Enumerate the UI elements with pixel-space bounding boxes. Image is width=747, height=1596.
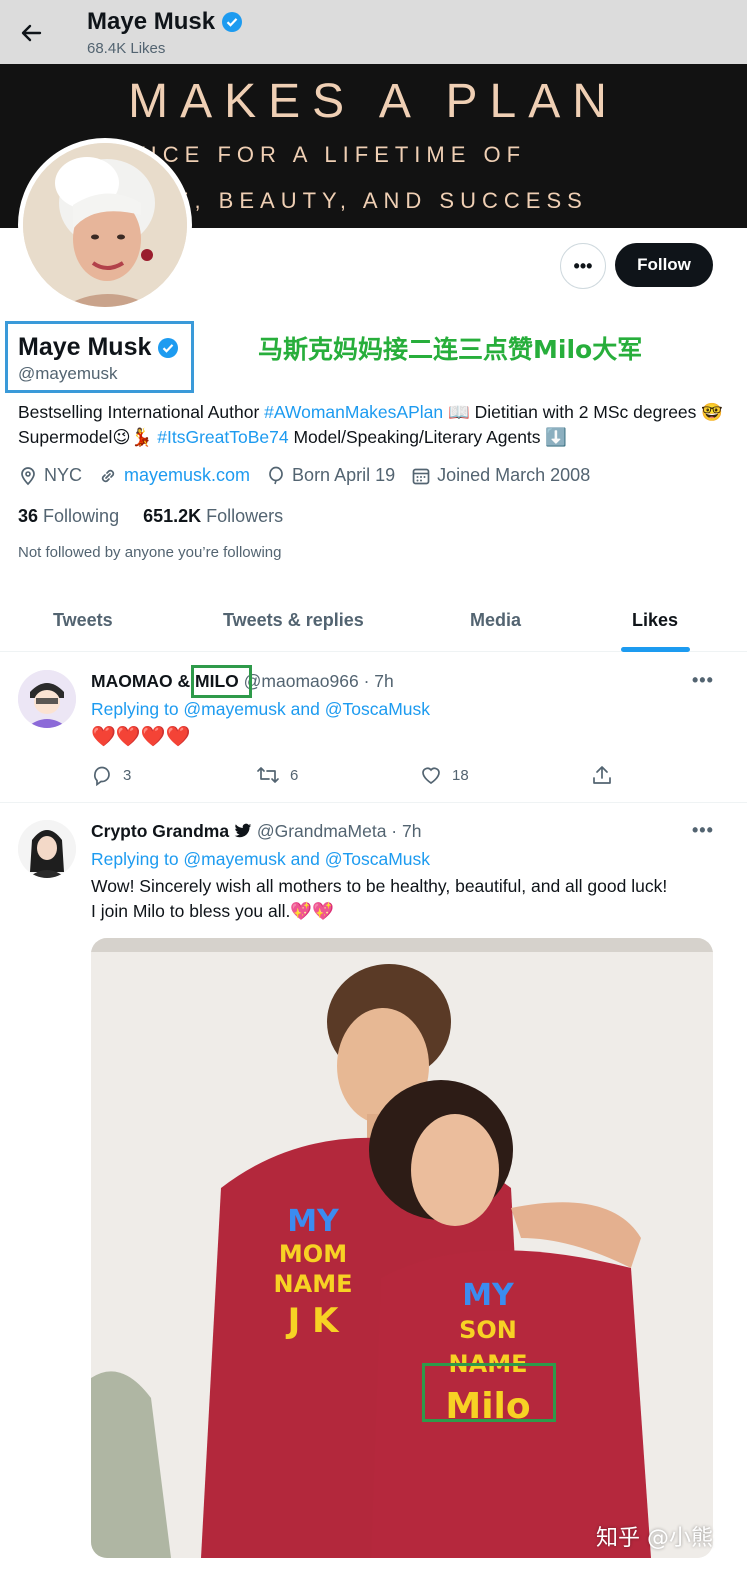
tweet-author-name[interactable]: Crypto Grandma [91,821,229,841]
retweet-action[interactable]: 6 [256,764,298,786]
tab-tweets[interactable]: Tweets [53,610,113,631]
heart-icon [422,767,440,785]
reply-count: 3 [123,766,132,784]
replying-to-link[interactable]: @mayemusk and @ToscaMusk [183,849,430,869]
balloon-icon [269,466,283,484]
banner-line-3: URE, BEAUTY, AND SUCCESS [130,188,588,213]
profile-meta: NYC mayemusk.com Born April 19 Joined Ma… [18,465,606,486]
watermark: 知乎 @小熊 [596,1526,713,1551]
replying-to: Replying to @mayemusk and @ToscaMusk [91,849,430,870]
joined-text: Joined March 2008 [437,465,591,485]
profile-name-text: Maye Musk [18,333,152,361]
hashtag-awomanmakesaplan[interactable]: #AWomanMakesAPlan [264,402,443,422]
header-name-text: Maye Musk [87,8,216,35]
share-icon [593,766,611,784]
tab-media[interactable]: Media [470,610,521,631]
following-count: 36 [18,506,39,526]
profile-tabs: Tweets Tweets & replies Media Likes [0,590,747,652]
follow-button[interactable]: Follow [615,243,713,287]
tweet-more-icon[interactable]: ••• [692,670,714,691]
left-shirt-my: MY [287,1204,339,1239]
twitter-bird-icon [234,823,252,838]
retweet-count: 6 [290,766,299,784]
header-name: Maye Musk [87,8,243,36]
website-item[interactable]: mayemusk.com [98,465,250,486]
like-count: 18 [452,766,469,784]
following-label: Following [43,506,120,526]
replying-prefix: Replying to [91,849,184,869]
likes-count: 68.4K Likes [87,40,166,57]
back-arrow-icon[interactable] [14,16,48,50]
follow-counts: 36 Following 651.2K Followers [18,506,283,527]
location-item: NYC [18,465,82,486]
birthday-text: Born April 19 [292,465,396,485]
profile-bio: Bestselling International Author #AWoman… [18,400,730,450]
tweet-text-line-2: I join Milo to bless you all.💖💖 [91,901,334,921]
tweet-avatar[interactable] [18,820,76,878]
tweet-avatar[interactable] [18,670,76,728]
calendar-icon [412,468,430,484]
more-options-button[interactable]: ••• [560,243,606,289]
reply-action[interactable]: 3 [91,764,131,786]
followers-count: 651.2K [143,506,202,526]
top-bar: Maye Musk 68.4K Likes [0,0,747,64]
tweet-handle-time[interactable]: @GrandmaMeta · 7h [257,821,422,841]
retweet-icon [257,767,279,783]
right-shirt-my: MY [462,1278,514,1313]
website-link[interactable]: mayemusk.com [124,465,250,486]
tab-likes[interactable]: Likes [632,610,678,631]
tab-tweets-replies[interactable]: Tweets & replies [223,610,364,631]
tweet-more-icon[interactable]: ••• [692,820,714,841]
profile-avatar[interactable] [18,138,192,312]
active-tab-indicator [621,647,690,652]
following-link[interactable]: 36 Following [18,506,119,527]
replying-to: Replying to @mayemusk and @ToscaMusk [91,699,430,720]
left-shirt-mom-name: MOM NAME [273,1240,353,1298]
bio-text-1: Bestselling International Author [18,402,265,422]
banner-line-2: VICE FOR A LIFETIME OF [130,142,527,167]
like-action[interactable]: 18 [420,764,469,786]
banner-line-1: MAKES A PLAN [128,75,619,128]
tweet-photo[interactable]: MY MOM NAME J K MY SON NAME Milo [91,938,713,1558]
profile-handle: @mayemusk [18,364,118,383]
birthday-item: Born April 19 [266,465,395,486]
profile-name: Maye Musk [18,333,179,362]
hashtag-itsgreattobe74[interactable]: #ItsGreatToBe74 [157,427,288,447]
left-shirt-print: MY MOM NAME J K [253,1204,373,1343]
verified-badge-icon [222,12,243,32]
verified-badge-icon [158,337,179,358]
followers-label: Followers [206,506,284,526]
not-followed-note: Not followed by anyone you’re following [18,544,282,561]
link-icon [101,469,115,482]
chinese-annotation: 马斯克妈妈接二连三点赞Milo大军 [258,335,643,364]
tweet-handle-time[interactable]: @maomao966 · 7h [244,671,394,691]
author-name-part: MAOMAO & [91,671,196,691]
location-pin-icon [21,466,35,485]
bio-text-3: Model/Speaking/Literary Agents ⬇️ [288,427,568,447]
followers-link[interactable]: 651.2K Followers [143,506,283,527]
replying-to-link[interactable]: @mayemusk and @ToscaMusk [183,699,430,719]
tweet-header: Crypto Grandma @GrandmaMeta · 7h [91,821,421,842]
left-shirt-initials: J K [287,1301,339,1341]
milo-shirt-highlight-box [422,1363,556,1422]
milo-highlight-box [191,665,252,698]
location-text: NYC [44,465,83,485]
replying-prefix: Replying to [91,699,184,719]
tweet-text: ❤️❤️❤️❤️ [91,724,191,748]
joined-item: Joined March 2008 [411,465,590,486]
reply-icon [94,766,110,786]
share-action[interactable] [591,764,613,786]
tweet-text-line-1: Wow! Sincerely wish all mothers to be he… [91,876,668,896]
profile-page: Maye Musk 68.4K Likes MAKES A PLAN VICE … [0,0,747,1596]
tweet-divider [0,802,747,803]
